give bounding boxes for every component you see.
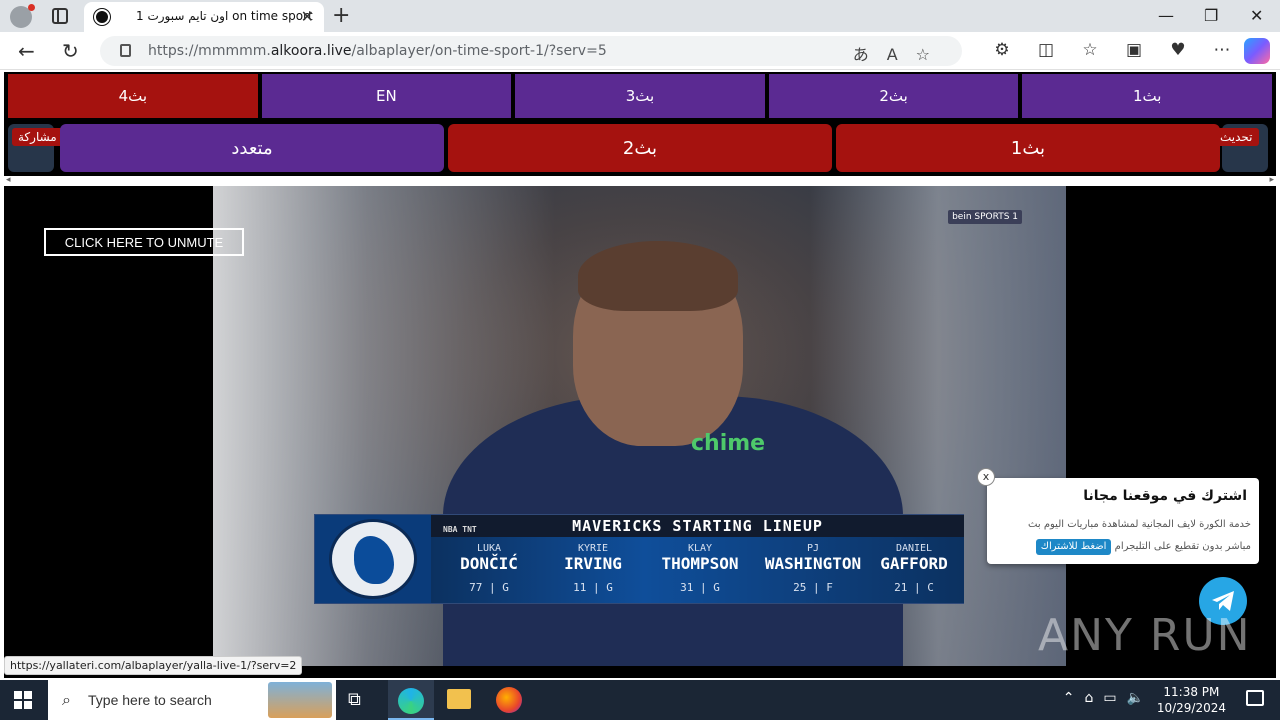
extensions-icon[interactable]: ⚙ <box>980 40 1024 60</box>
server-button-2[interactable]: بث2 <box>768 74 1019 118</box>
server-button-1[interactable]: بث1 <box>1022 74 1272 118</box>
server-row-top: بث4 EN بث3 بث2 بث1 <box>8 74 1272 118</box>
firefox-icon[interactable] <box>496 687 522 713</box>
lineup-player: PJ WASHINGTON 25 | F <box>764 543 862 594</box>
more-menu-icon[interactable]: ⋯ <box>1200 40 1244 60</box>
maximize-button[interactable]: ❐ <box>1204 6 1218 25</box>
browser-toolbar-icons: ⚙ ◫ ☆ ▣ ♥ ⋯ <box>980 40 1244 60</box>
horizontal-scrollbar[interactable]: ◂ ▸ <box>4 175 1276 186</box>
share-label[interactable]: مشاركة <box>12 128 63 146</box>
search-placeholder[interactable]: Type here to search <box>88 692 212 708</box>
favorite-star-icon: ☆ <box>915 45 948 64</box>
refresh-label[interactable]: تحديث <box>1214 128 1259 146</box>
copilot-icon[interactable] <box>1244 38 1270 64</box>
split-screen-icon[interactable]: ◫ <box>1024 40 1068 60</box>
close-window-button[interactable]: ✕ <box>1250 6 1263 25</box>
lineup-player: KLAY THOMPSON 31 | G <box>661 543 739 594</box>
lineup-player: KYRIE IRVING 11 | G <box>564 543 622 594</box>
scroll-left-arrow-icon[interactable]: ◂ <box>6 175 11 185</box>
system-tray-icons[interactable]: ⌃⌂▭🔈 <box>1063 690 1154 706</box>
popup-title: اشترك في موقعنا مجانا <box>1083 488 1247 504</box>
volume-icon: 🔈 <box>1126 690 1154 706</box>
lineup-title: NBA TNT MAVERICKS STARTING LINEUP <box>431 515 964 537</box>
taskbar-clock[interactable]: 11:38 PM 10/29/2024 <box>1157 684 1226 716</box>
collections-icon[interactable]: ▣ <box>1112 40 1156 60</box>
chevron-up-icon: ⌃ <box>1062 690 1085 706</box>
search-icon: ⌕ <box>62 690 71 709</box>
lineup-graphic: NBA TNT MAVERICKS STARTING LINEUP LUKA D… <box>314 514 964 604</box>
anyrun-watermark: ANY RUN <box>1038 610 1252 661</box>
subscribe-button[interactable]: اضغط للاشتراك <box>1035 539 1112 555</box>
scroll-right-arrow-icon[interactable]: ▸ <box>1269 175 1274 185</box>
search-highlight-image <box>268 682 332 718</box>
lock-icon[interactable] <box>120 44 131 57</box>
video-frame[interactable]: chime bein SPORTS 1 NBA TNT MAVERICKS ST… <box>213 186 1066 666</box>
popup-close-button[interactable]: x <box>977 468 995 486</box>
server-button-3[interactable]: بث3 <box>515 74 765 118</box>
server-button-multi[interactable]: متعدد <box>60 124 444 172</box>
network-icon: ⌂ <box>1084 690 1104 706</box>
lineup-players: LUKA DONČIĆ 77 | G KYRIE IRVING 11 | G K… <box>431 537 964 603</box>
taskbar-search[interactable]: ⌕ Type here to search <box>48 680 336 720</box>
player-hair <box>578 241 738 311</box>
browser-tab-active[interactable]: اون تايم سبورت 1 on time sport ✕ <box>84 2 324 32</box>
address-bar[interactable]: https://mmmmm.alkoora.live/albaplayer/on… <box>100 36 962 66</box>
server-row-bottom: متعدد بث2 بث1 <box>60 124 1220 172</box>
new-tab-button[interactable]: + <box>332 3 350 28</box>
server-button-alt-1[interactable]: بث1 <box>836 124 1220 172</box>
subscribe-popup: x اشترك في موقعنا مجانا خدمة الكورة لايف… <box>977 468 1259 564</box>
tab-title: اون تايم سبورت 1 on time sport <box>136 9 313 23</box>
server-button-4[interactable]: بث4 <box>8 74 258 118</box>
edge-icon <box>398 688 424 714</box>
edge-taskbar-button[interactable] <box>388 680 434 720</box>
translate-icon: あ <box>852 45 887 64</box>
favorites-icon[interactable]: ☆ <box>1068 40 1112 60</box>
back-button[interactable]: ← <box>18 39 35 63</box>
team-logo-icon <box>315 515 431 603</box>
minimize-button[interactable]: — <box>1158 6 1174 25</box>
address-toolbar: ← ↻ https://mmmmm.alkoora.live/albaplaye… <box>0 32 1280 70</box>
windows-start-icon[interactable] <box>14 691 32 709</box>
player-container: بث4 EN بث3 بث2 بث1 مشاركة تحديث متعدد بث… <box>4 72 1276 678</box>
task-view-icon[interactable]: ⧉ <box>348 689 376 717</box>
network-badge: bein SPORTS 1 <box>948 210 1022 224</box>
lineup-player: LUKA DONČIĆ 77 | G <box>460 543 518 594</box>
sponsor-logo: chime <box>691 431 766 456</box>
server-button-alt-2[interactable]: بث2 <box>448 124 832 172</box>
tab-close-button[interactable]: ✕ <box>301 7 314 26</box>
browser-tab-bar: اون تايم سبورت 1 on time sport ✕ + — ❐ ✕ <box>0 0 1280 32</box>
soccer-ball-icon <box>94 9 110 25</box>
ethernet-icon: ▭ <box>1103 690 1127 706</box>
address-bar-icons[interactable]: あA☆ <box>853 41 948 65</box>
profile-avatar-icon[interactable] <box>10 4 35 28</box>
refresh-button[interactable]: ↻ <box>62 39 79 63</box>
unmute-button[interactable]: CLICK HERE TO UNMUTE <box>44 228 244 256</box>
server-button-en[interactable]: EN <box>261 74 512 118</box>
status-bar-link: https://yallateri.com/albaplayer/yalla-l… <box>4 656 303 675</box>
url-text[interactable]: https://mmmmm.alkoora.live/albaplayer/on… <box>148 43 607 59</box>
notification-icon[interactable] <box>1246 690 1264 706</box>
performance-icon[interactable]: ♥ <box>1156 40 1200 60</box>
file-explorer-icon[interactable] <box>447 689 471 709</box>
popup-description: خدمة الكورة لايف المجانية لمشاهدة مباريا… <box>1001 514 1251 558</box>
read-aloud-icon: A <box>886 45 916 64</box>
page-content: بث4 EN بث3 بث2 بث1 مشاركة تحديث متعدد بث… <box>0 70 1280 680</box>
tab-actions-icon[interactable] <box>52 8 68 24</box>
lineup-player: DANIEL GAFFORD 21 | C <box>880 543 948 594</box>
windows-taskbar: ⌕ Type here to search ⧉ ⌃⌂▭🔈 11:38 PM 10… <box>0 680 1280 720</box>
